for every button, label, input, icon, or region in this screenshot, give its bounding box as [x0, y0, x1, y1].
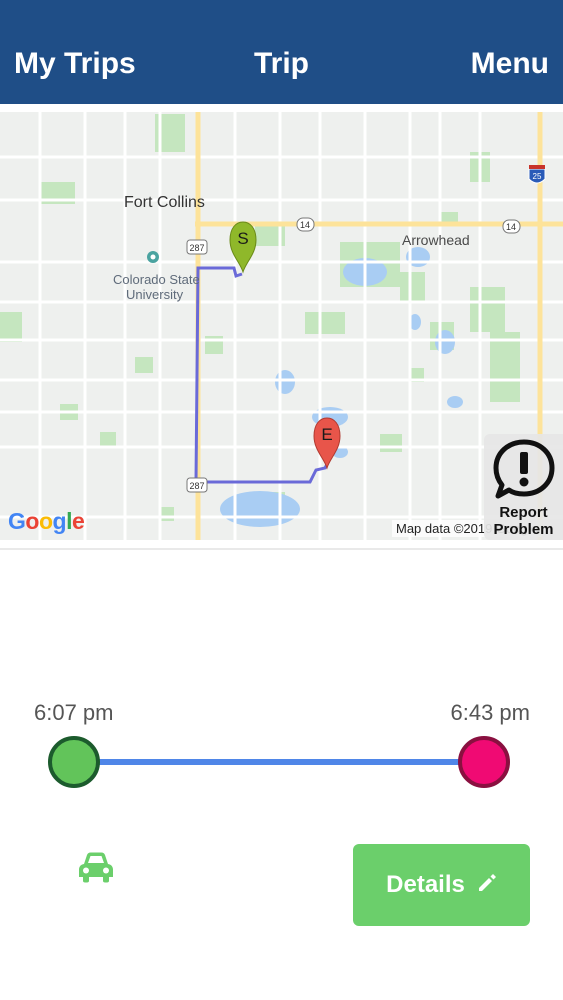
- divider: [0, 548, 563, 550]
- start-time: 6:07 pm: [34, 700, 114, 725]
- minor-streets: [0, 112, 563, 540]
- details-label: Details: [386, 871, 465, 898]
- end-time: 6:43 pm: [450, 700, 531, 725]
- trip-timeline: [48, 736, 510, 788]
- highway-shield-287-north: 287: [186, 239, 208, 255]
- trip-map[interactable]: 287 287 14 14 25 S E Fort Collins Colora…: [0, 112, 563, 540]
- map-label-city: Fort Collins: [124, 194, 205, 211]
- top-nav-bar: Trip My Trips Menu: [0, 0, 563, 104]
- map-label-area: Arrowhead: [402, 232, 470, 248]
- map-label-university-line2: University: [126, 287, 184, 302]
- route-line: [194, 266, 330, 484]
- water-areas: [220, 247, 463, 527]
- report-problem-label: Report Problem: [493, 504, 554, 538]
- menu-button[interactable]: Menu: [471, 44, 549, 84]
- university-pin-icon: [147, 251, 159, 263]
- timeline-line: [74, 759, 484, 765]
- end-marker-icon: E: [313, 417, 341, 470]
- highway-shield-14-east: 14: [502, 219, 521, 234]
- svg-text:287: 287: [189, 243, 204, 253]
- svg-text:25: 25: [533, 172, 542, 181]
- details-button[interactable]: Details: [353, 844, 530, 926]
- my-trips-button[interactable]: My Trips: [14, 44, 136, 84]
- interstate-shield-25: 25: [528, 165, 546, 184]
- start-point-dot: [48, 736, 100, 788]
- map-canvas: 287 287 14 14 25 S E: [0, 112, 563, 540]
- park-areas: [0, 114, 520, 521]
- map-label-university-line1: Colorado State: [113, 272, 200, 287]
- end-point-dot: [458, 736, 510, 788]
- report-problem-button[interactable]: Report Problem: [484, 434, 563, 540]
- highway-shield-287-south: 287: [186, 477, 208, 493]
- svg-text:E: E: [321, 425, 332, 444]
- highway-shield-14-west: 14: [296, 217, 315, 232]
- svg-text:S: S: [237, 229, 248, 248]
- svg-text:287: 287: [189, 481, 204, 491]
- car-icon: [79, 852, 113, 883]
- pencil-icon: [478, 874, 496, 891]
- svg-text:14: 14: [506, 222, 516, 232]
- google-logo: Google: [8, 508, 85, 534]
- report-problem-icon: [493, 439, 555, 499]
- svg-text:14: 14: [300, 220, 310, 230]
